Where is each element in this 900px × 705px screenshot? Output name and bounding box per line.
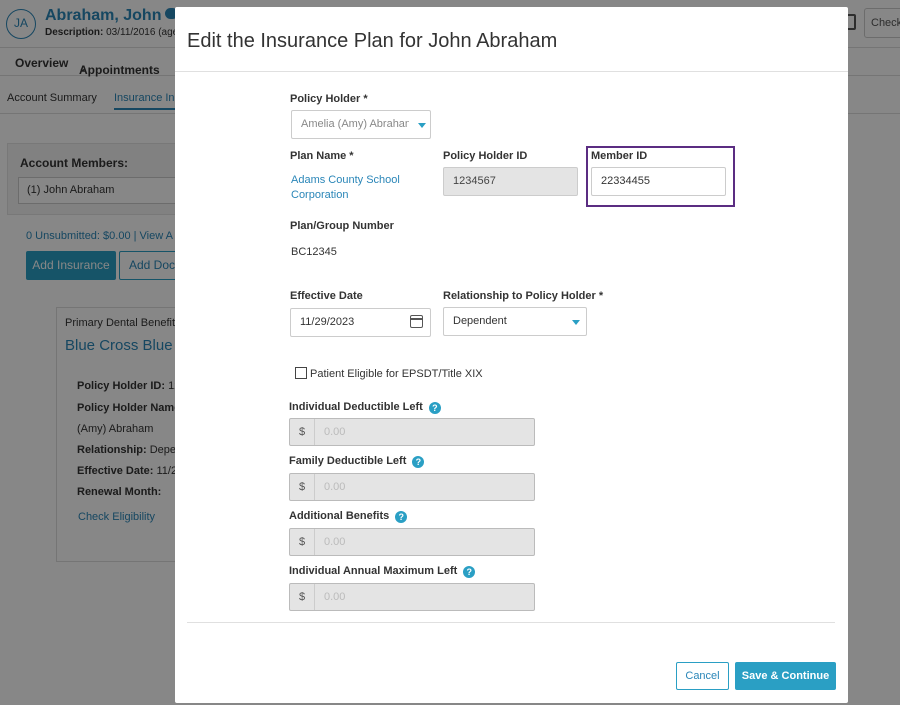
- group-number-label: Plan/Group Number: [290, 220, 394, 232]
- amount-placeholder: 0.00: [324, 591, 346, 603]
- relationship-value: Dependent: [453, 315, 507, 327]
- help-icon[interactable]: ?: [395, 511, 408, 523]
- individual-deductible-label: Individual Deductible Left?: [289, 401, 441, 414]
- plan-name-link[interactable]: Adams County School Corporation: [291, 173, 421, 203]
- additional-benefits-text: Additional Benefits: [289, 510, 390, 522]
- individual-deductible-text: Individual Deductible Left: [289, 401, 423, 413]
- individual-deductible-input[interactable]: $ 0.00: [289, 418, 535, 446]
- help-icon[interactable]: ?: [412, 456, 425, 468]
- amount-placeholder: 0.00: [324, 426, 346, 438]
- additional-benefits-label: Additional Benefits?: [289, 510, 408, 523]
- modal-title: Edit the Insurance Plan for John Abraham: [187, 30, 558, 52]
- header-divider: [175, 71, 848, 72]
- chevron-down-icon: [572, 320, 580, 325]
- family-deductible-text: Family Deductible Left: [289, 455, 407, 467]
- annual-maximum-label: Individual Annual Maximum Left?: [289, 565, 476, 578]
- relationship-select[interactable]: Dependent: [443, 307, 587, 336]
- currency-symbol: $: [290, 529, 315, 555]
- additional-benefits-input[interactable]: $ 0.00: [289, 528, 535, 556]
- amount-placeholder: 0.00: [324, 481, 346, 493]
- policy-holder-value: Amelia (Amy) Abrahan: [301, 118, 409, 130]
- calendar-icon[interactable]: [410, 315, 423, 328]
- member-id-label: Member ID: [591, 150, 648, 162]
- cancel-button[interactable]: Cancel: [676, 662, 729, 690]
- policy-holder-select[interactable]: Amelia (Amy) Abrahan: [291, 110, 431, 139]
- currency-symbol: $: [290, 419, 315, 445]
- family-deductible-input[interactable]: $ 0.00: [289, 473, 535, 501]
- annual-maximum-text: Individual Annual Maximum Left: [289, 565, 458, 577]
- annual-maximum-input[interactable]: $ 0.00: [289, 583, 535, 611]
- epsdt-label[interactable]: Patient Eligible for EPSDT/Title XIX: [310, 368, 483, 380]
- amount-placeholder: 0.00: [324, 536, 346, 548]
- policy-holder-id-label: Policy Holder ID: [443, 150, 528, 162]
- edit-insurance-modal: Edit the Insurance Plan for John Abraham…: [175, 7, 848, 703]
- policy-holder-id-field: 1234567: [443, 167, 578, 196]
- relationship-label: Relationship to Policy Holder *: [443, 290, 604, 302]
- plan-name-label: Plan Name *: [290, 150, 354, 162]
- currency-symbol: $: [290, 584, 315, 610]
- help-icon[interactable]: ?: [428, 402, 441, 414]
- chevron-down-icon: [418, 123, 426, 128]
- family-deductible-label: Family Deductible Left?: [289, 455, 425, 468]
- footer-divider: [187, 622, 835, 623]
- policy-holder-label: Policy Holder *: [290, 93, 368, 105]
- effective-date-label: Effective Date: [290, 290, 363, 302]
- help-icon[interactable]: ?: [463, 566, 476, 578]
- epsdt-checkbox[interactable]: [295, 367, 307, 379]
- group-number-value: BC12345: [291, 246, 337, 258]
- currency-symbol: $: [290, 474, 315, 500]
- member-id-input[interactable]: 22334455: [591, 167, 726, 196]
- save-continue-button[interactable]: Save & Continue: [735, 662, 836, 690]
